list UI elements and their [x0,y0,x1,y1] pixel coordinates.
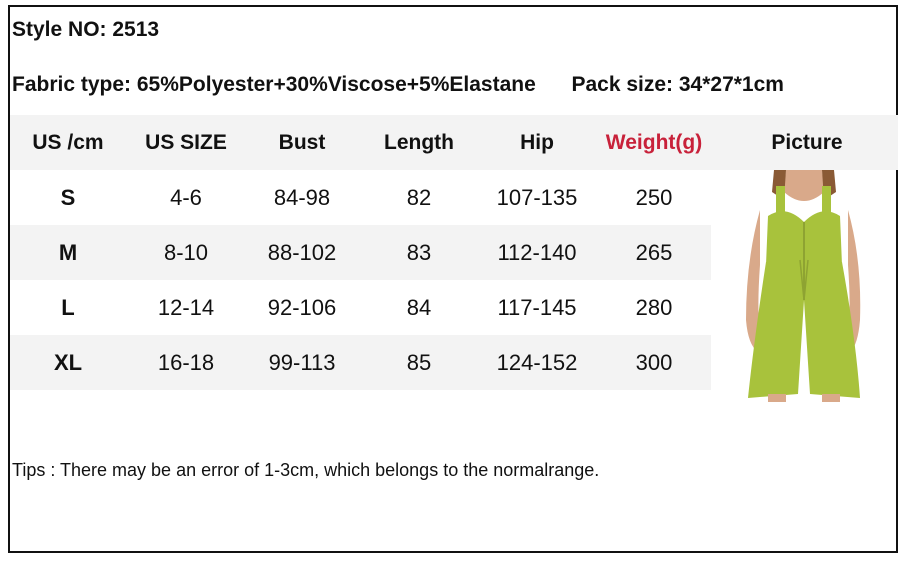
size-cell: M [58,240,78,265]
fabric-and-pack-line: Fabric type: 65%Polyester+30%Viscose+5%E… [12,73,784,97]
header-us-size: US SIZE [145,131,227,154]
table-row: L 12-14 92-106 84 117-145 280 [10,280,711,335]
weight-cell: 265 [635,240,673,265]
hip-cell: 112-140 [497,240,577,265]
bust-cell: 99-113 [268,350,336,375]
weight-cell: 280 [635,295,673,320]
style-label: Style NO: [12,18,107,41]
romper-product-image [746,170,861,402]
header-length: Length [384,131,454,154]
size-cell: XL [53,350,83,375]
bust-cell: 88-102 [267,240,337,265]
pack-value: 34*27*1cm [678,73,784,96]
table-row: M 8-10 88-102 83 112-140 265 [10,225,711,280]
bust-cell: 92-106 [267,295,337,320]
length-cell: 84 [406,295,432,320]
bust-cell: 84-98 [273,185,331,210]
header-weight: Weight(g) [605,131,703,154]
table-row: XL 16-18 99-113 85 124-152 300 [10,335,711,390]
length-cell: 82 [406,185,432,210]
us-size-cell: 12-14 [157,295,215,320]
fabric-value: 65%Polyester+30%Viscose+5%Elastane [136,73,536,96]
hip-cell: 124-152 [496,350,578,375]
us-size-cell: 4-6 [170,185,202,210]
table-row: S 4-6 84-98 82 107-135 250 [10,170,711,225]
tips-note: Tips : There may be an error of 1-3cm, w… [12,460,600,480]
header-bust: Bust [278,131,326,154]
header-us-cm: US /cm [32,131,104,154]
us-size-cell: 16-18 [157,350,215,375]
pack-label: Pack size: [571,73,674,96]
length-cell: 85 [406,350,432,375]
size-cell: L [61,295,75,320]
weight-cell: 250 [635,185,673,210]
us-size-cell: 8-10 [163,240,209,265]
length-cell: 83 [406,240,432,265]
fabric-label: Fabric type: [12,73,132,96]
header-picture: Picture [771,131,843,154]
size-cell: S [60,185,76,210]
weight-cell: 300 [635,350,673,375]
style-value: 2513 [112,18,160,41]
hip-cell: 107-135 [496,185,578,210]
header-hip: Hip [520,131,554,154]
style-number: Style NO: 2513 [12,18,159,42]
hip-cell: 117-145 [497,295,577,320]
table-header-row: US /cm US SIZE Bust Length Hip Weight(g)… [10,115,898,170]
